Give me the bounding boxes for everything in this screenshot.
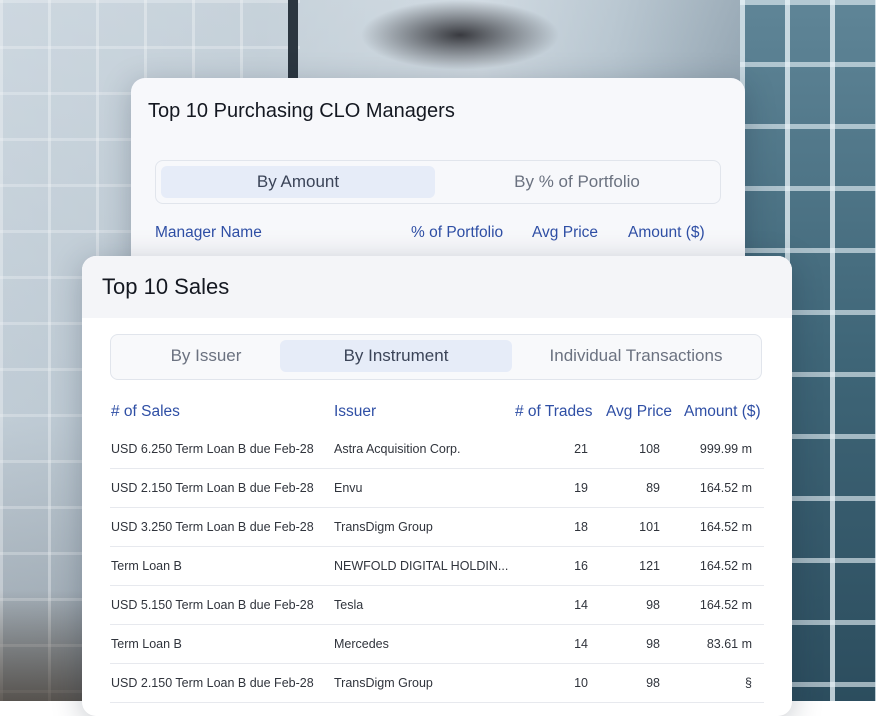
table-row[interactable]: USD 5.150 Term Loan B due Feb-28 Tesla 1… — [110, 586, 764, 625]
cell-issuer: TransDigm Group — [334, 520, 433, 534]
table-row[interactable]: Term Loan B NEWFOLD DIGITAL HOLDIN... 16… — [110, 547, 764, 586]
cell-trades: 14 — [574, 598, 588, 612]
column-header-avg-price[interactable]: Avg Price — [606, 403, 672, 421]
cell-trades: 19 — [574, 481, 588, 495]
cell-avg-price: 101 — [639, 520, 660, 534]
cell-trades: 16 — [574, 559, 588, 573]
cell-amount: 83.61 m — [706, 637, 752, 651]
card-title: Top 10 Sales — [102, 274, 230, 299]
cell-issuer: NEWFOLD DIGITAL HOLDIN... — [334, 559, 509, 573]
cell-instrument: Term Loan B — [111, 559, 182, 573]
cell-instrument: Term Loan B — [111, 637, 182, 651]
cell-instrument: USD 5.150 Term Loan B due Feb-28 — [111, 598, 314, 612]
table-row[interactable]: USD 3.250 Term Loan B due Feb-28 TransDi… — [110, 508, 764, 547]
background-shadow — [360, 0, 560, 70]
column-header-issuer[interactable]: Issuer — [334, 403, 376, 421]
building-pillar — [288, 0, 298, 90]
tab-by-issuer[interactable]: By Issuer — [116, 340, 296, 372]
column-header-percent-portfolio[interactable]: % of Portfolio — [411, 224, 503, 242]
cell-instrument: USD 3.250 Term Loan B due Feb-28 — [111, 520, 314, 534]
table-row[interactable]: USD 2.150 Term Loan B due Feb-28 TransDi… — [110, 664, 764, 703]
cell-issuer: TransDigm Group — [334, 676, 433, 690]
sales-table-body: USD 6.250 Term Loan B due Feb-28 Astra A… — [110, 430, 764, 703]
cell-issuer: Astra Acquisition Corp. — [334, 442, 461, 456]
cell-issuer: Envu — [334, 481, 363, 495]
cell-avg-price: 98 — [646, 676, 660, 690]
column-header-avg-price[interactable]: Avg Price — [532, 224, 598, 242]
cell-amount: 164.52 m — [699, 481, 752, 495]
cell-amount: 164.52 m — [699, 598, 752, 612]
column-header-num-sales[interactable]: # of Sales — [111, 403, 180, 421]
cell-amount: 164.52 m — [699, 520, 752, 534]
table-row[interactable]: Term Loan B Mercedes 14 98 83.61 m — [110, 625, 764, 664]
tab-by-instrument[interactable]: By Instrument — [280, 340, 512, 372]
table-row[interactable]: USD 2.150 Term Loan B due Feb-28 Envu 19… — [110, 469, 764, 508]
cell-avg-price: 108 — [639, 442, 660, 456]
top-purchasing-managers-card: Top 10 Purchasing CLO Managers By Amount… — [131, 78, 745, 278]
cell-issuer: Tesla — [334, 598, 364, 612]
cell-instrument: USD 2.150 Term Loan B due Feb-28 — [111, 676, 314, 690]
card-title: Top 10 Purchasing CLO Managers — [148, 100, 455, 122]
cell-amount: § — [745, 676, 752, 690]
segmented-control: By Issuer By Instrument Individual Trans… — [110, 334, 762, 380]
cell-trades: 21 — [574, 442, 588, 456]
cell-instrument: USD 2.150 Term Loan B due Feb-28 — [111, 481, 314, 495]
cell-trades: 14 — [574, 637, 588, 651]
column-header-amount[interactable]: Amount ($) — [684, 403, 761, 421]
cell-avg-price: 98 — [646, 637, 660, 651]
segmented-control: By Amount By % of Portfolio — [155, 160, 721, 204]
cell-avg-price: 98 — [646, 598, 660, 612]
column-header-manager-name[interactable]: Manager Name — [155, 224, 262, 242]
tab-by-amount[interactable]: By Amount — [161, 166, 435, 198]
column-header-amount[interactable]: Amount ($) — [628, 224, 705, 242]
cell-trades: 18 — [574, 520, 588, 534]
tab-by-percent-portfolio[interactable]: By % of Portfolio — [439, 166, 715, 198]
cell-instrument: USD 6.250 Term Loan B due Feb-28 — [111, 442, 314, 456]
column-header-num-trades[interactable]: # of Trades — [515, 403, 593, 421]
cell-amount: 999.99 m — [699, 442, 752, 456]
cell-avg-price: 121 — [639, 559, 660, 573]
cell-trades: 10 — [574, 676, 588, 690]
top-sales-card: Top 10 Sales By Issuer By Instrument Ind… — [82, 256, 792, 716]
cell-amount: 164.52 m — [699, 559, 752, 573]
cell-issuer: Mercedes — [334, 637, 389, 651]
table-row[interactable]: USD 6.250 Term Loan B due Feb-28 Astra A… — [110, 430, 764, 469]
tab-individual-transactions[interactable]: Individual Transactions — [516, 340, 756, 372]
cell-avg-price: 89 — [646, 481, 660, 495]
